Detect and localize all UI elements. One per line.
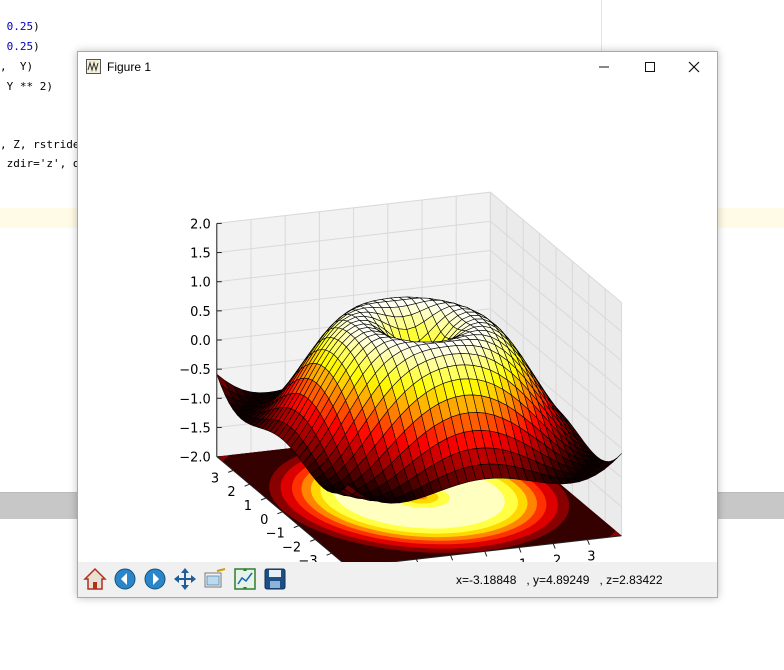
code-line: 0.25) <box>6 20 40 33</box>
z-tick-label: 1.0 <box>190 276 211 291</box>
code-line: zdir='z', o <box>0 157 80 170</box>
figure-window: Figure 1 −4−3−2−101233210−1−2−3−42.01.51… <box>77 51 718 598</box>
y-tick <box>326 552 332 556</box>
x-tick <box>484 551 488 557</box>
code-line: Y ** 2) <box>0 80 53 93</box>
title-bar[interactable]: Figure 1 <box>78 52 717 82</box>
y-tick-label: −3 <box>298 554 317 562</box>
y-tick-label: −1 <box>266 527 285 542</box>
save-icon <box>264 568 286 590</box>
x-tick <box>586 539 590 545</box>
zoom-icon <box>204 568 226 588</box>
z-tick-label: −1.0 <box>179 392 211 407</box>
x-tick-label: 2 <box>553 554 561 562</box>
plot-canvas[interactable]: −4−3−2−101233210−1−2−3−42.01.51.00.50.0−… <box>78 82 717 592</box>
cursor-coordinates: x=-3.18848 , y=4.89249 , z=2.83422 <box>456 573 673 587</box>
z-tick-label: 2.0 <box>190 217 211 232</box>
close-icon <box>688 61 700 73</box>
z-tick-label: 0.5 <box>190 305 211 320</box>
x-tick <box>552 543 556 549</box>
code-line: , Y) <box>0 60 34 73</box>
forward-button[interactable] <box>142 566 168 592</box>
y-tick <box>310 538 316 542</box>
x-tick-label: 3 <box>587 550 595 562</box>
home-button[interactable] <box>82 566 108 592</box>
y-tick <box>277 511 283 515</box>
y-tick-label: 1 <box>244 499 252 514</box>
z-tick-label: −2.0 <box>179 451 211 466</box>
subplots-button[interactable] <box>232 566 258 592</box>
code-line: , Z, rstride= <box>0 138 87 151</box>
save-button[interactable] <box>262 566 288 592</box>
maximize-icon <box>645 62 655 72</box>
pan-icon <box>174 568 196 590</box>
z-tick-label: −1.5 <box>179 421 211 436</box>
back-button[interactable] <box>112 566 138 592</box>
pan-button[interactable] <box>172 566 198 592</box>
back-icon <box>114 568 136 590</box>
code-line: 0.25) <box>6 40 40 53</box>
home-icon <box>83 567 107 590</box>
figure-app-icon <box>86 59 101 74</box>
y-tick-label: 2 <box>227 485 235 500</box>
chart-3d-surface[interactable]: −4−3−2−101233210−1−2−3−42.01.51.00.50.0−… <box>78 82 717 592</box>
y-tick-label: 0 <box>260 513 268 528</box>
navigation-toolbar: x=-3.18848 , y=4.89249 , z=2.83422 <box>78 562 717 597</box>
y-tick <box>228 469 234 473</box>
z-tick-label: 1.5 <box>190 247 211 262</box>
subplots-icon <box>234 568 256 590</box>
z-readout: , z=2.83422 <box>599 573 663 587</box>
y-readout: , y=4.89249 <box>526 573 590 587</box>
window-title: Figure 1 <box>107 60 152 74</box>
zoom-button[interactable] <box>202 566 228 592</box>
y-tick <box>293 525 299 529</box>
minimize-icon <box>599 66 609 68</box>
y-tick-label: −2 <box>282 540 301 555</box>
x-tick <box>450 555 454 561</box>
minimize-button[interactable] <box>581 52 627 82</box>
x-readout: x=-3.18848 <box>456 573 517 587</box>
z-tick-label: 0.0 <box>190 334 211 349</box>
maximize-button[interactable] <box>627 52 673 82</box>
y-tick <box>260 497 267 501</box>
x-tick <box>518 547 522 553</box>
y-tick-label: 3 <box>211 471 219 486</box>
z-tick-label: −0.5 <box>179 363 211 378</box>
y-tick <box>244 483 250 487</box>
forward-icon <box>144 568 166 590</box>
close-button[interactable] <box>671 52 717 82</box>
